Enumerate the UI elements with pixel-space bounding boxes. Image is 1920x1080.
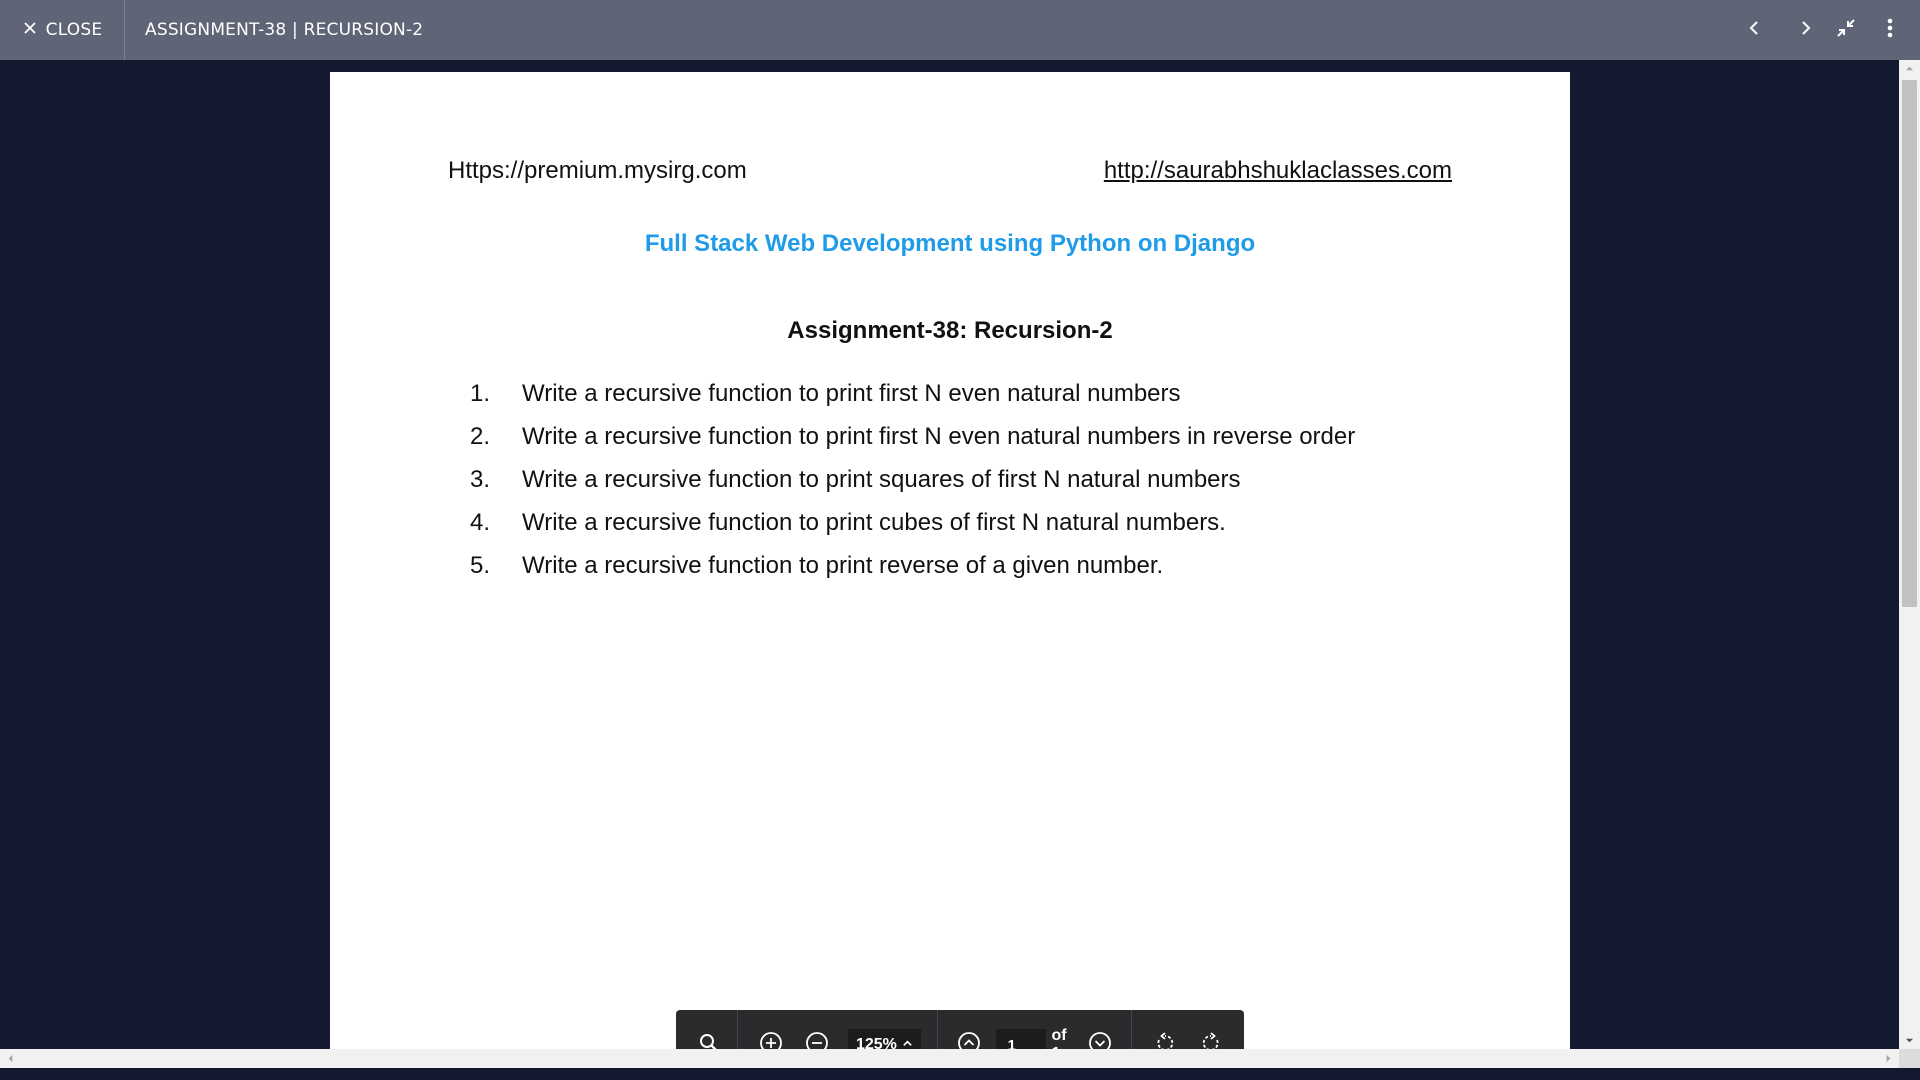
close-icon xyxy=(22,20,38,41)
next-document-button[interactable] xyxy=(1785,0,1825,60)
question-list: 1. Write a recursive function to print f… xyxy=(470,372,1355,587)
zoom-in-button[interactable] xyxy=(748,1022,794,1049)
next-page-button[interactable] xyxy=(1079,1022,1121,1049)
question-text: Write a recursive function to print firs… xyxy=(522,422,1356,450)
close-label: CLOSE xyxy=(45,20,103,40)
rotate-right-button[interactable] xyxy=(1188,1022,1234,1049)
more-options-button[interactable] xyxy=(1870,0,1910,60)
search-icon xyxy=(697,1031,721,1049)
scroll-right-arrow[interactable] xyxy=(1878,1050,1899,1067)
question-text: Write a recursive function to print squa… xyxy=(522,465,1241,493)
vertical-scroll-thumb[interactable] xyxy=(1902,80,1917,607)
zoom-level-select[interactable]: 125% xyxy=(847,1029,921,1049)
question-number: 2. xyxy=(470,422,491,450)
exit-fullscreen-icon xyxy=(1835,17,1857,44)
chevron-up-icon xyxy=(902,1036,913,1049)
previous-page-button[interactable] xyxy=(948,1022,990,1049)
rotate-right-icon xyxy=(1199,1031,1223,1049)
question-number: 1. xyxy=(470,379,491,407)
scrollbar-corner xyxy=(1899,1049,1920,1068)
list-item: 3. Write a recursive function to print s… xyxy=(470,458,1355,501)
zoom-out-button[interactable] xyxy=(794,1022,840,1049)
page-total-label: of 1 xyxy=(1051,1027,1067,1049)
question-number: 3. xyxy=(470,465,491,493)
question-text: Write a recursive function to print cube… xyxy=(522,508,1226,536)
document-viewer[interactable]: Https://premium.mysirg.com http://saurab… xyxy=(0,60,1899,1049)
document-title: ASSIGNMENT-38 | RECURSION-2 xyxy=(145,20,424,40)
top-bar: CLOSE ASSIGNMENT-38 | RECURSION-2 xyxy=(0,0,1920,60)
zoom-in-icon xyxy=(759,1031,783,1049)
list-item: 2. Write a recursive function to print f… xyxy=(470,415,1355,458)
next-page-icon xyxy=(1088,1031,1112,1049)
list-item: 4. Write a recursive function to print c… xyxy=(470,501,1355,544)
document-page: Https://premium.mysirg.com http://saurab… xyxy=(330,72,1570,1049)
zoom-out-icon xyxy=(805,1031,829,1049)
question-number: 5. xyxy=(470,551,491,579)
page-number-input[interactable] xyxy=(995,1029,1046,1049)
question-text: Write a recursive function to print reve… xyxy=(522,551,1164,579)
prev-page-icon xyxy=(957,1031,981,1049)
horizontal-scrollbar[interactable] xyxy=(0,1049,1899,1068)
chevron-right-icon xyxy=(1794,17,1816,44)
vertical-scrollbar[interactable] xyxy=(1899,60,1920,1049)
more-vertical-icon xyxy=(1879,17,1901,44)
question-text: Write a recursive function to print firs… xyxy=(522,379,1181,407)
scroll-left-arrow[interactable] xyxy=(0,1050,21,1067)
header-left-url: Https://premium.mysirg.com xyxy=(448,157,747,184)
previous-document-button[interactable] xyxy=(1735,0,1775,60)
list-item: 5. Write a recursive function to print r… xyxy=(470,544,1355,587)
close-button[interactable]: CLOSE xyxy=(0,0,125,60)
course-title: Full Stack Web Development using Python … xyxy=(644,230,1256,257)
search-button[interactable] xyxy=(686,1022,732,1049)
rotate-left-button[interactable] xyxy=(1142,1022,1188,1049)
header-right-link[interactable]: http://saurabhshuklaclasses.com xyxy=(1104,157,1452,185)
scroll-down-arrow[interactable] xyxy=(1899,1032,1920,1049)
list-item: 1. Write a recursive function to print f… xyxy=(470,372,1355,415)
rotate-left-icon xyxy=(1153,1031,1177,1049)
chevron-left-icon xyxy=(1744,17,1766,44)
zoom-level-value: 125% xyxy=(855,1036,897,1049)
scroll-up-arrow[interactable] xyxy=(1899,60,1920,77)
pdf-toolbar: 125% of 1 xyxy=(676,1010,1244,1049)
bottom-strip xyxy=(0,1068,1920,1080)
question-number: 4. xyxy=(470,508,491,536)
assignment-title: Assignment-38: Recursion-2 xyxy=(787,317,1113,344)
exit-fullscreen-button[interactable] xyxy=(1826,0,1866,60)
